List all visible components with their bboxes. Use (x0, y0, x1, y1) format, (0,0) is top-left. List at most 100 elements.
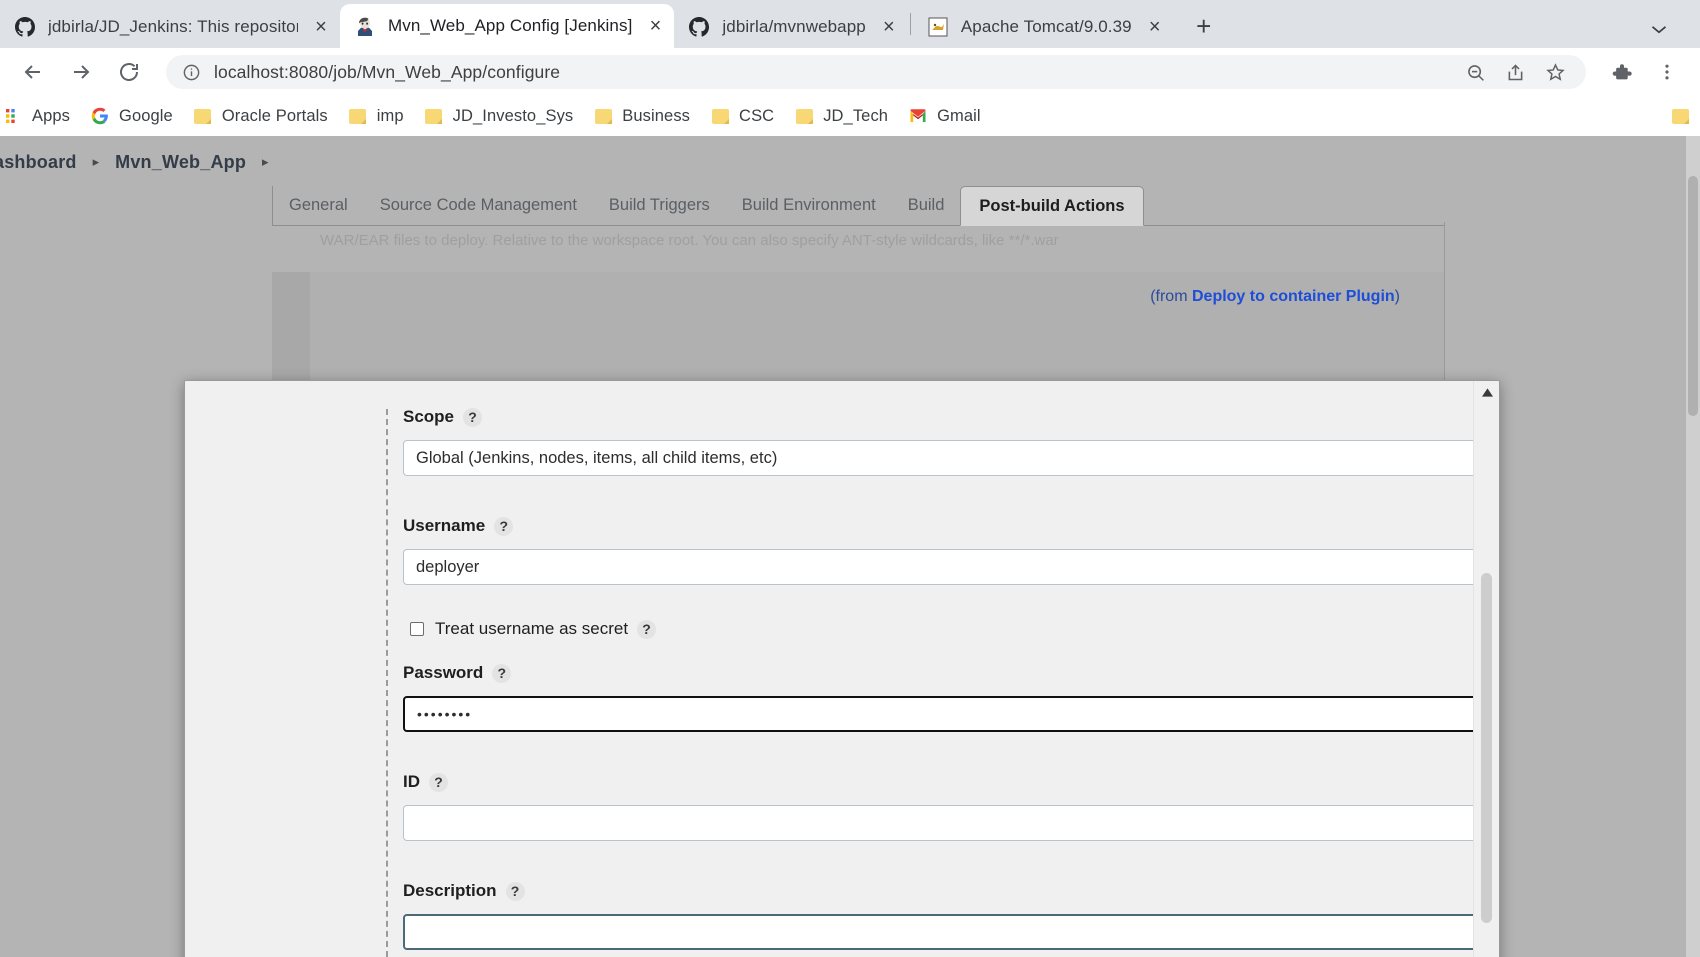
address-bar[interactable]: localhost:8080/job/Mvn_Web_App/configure (166, 55, 1586, 89)
bookmarks-overflow[interactable] (1670, 106, 1700, 126)
address-bar-actions (1452, 55, 1572, 89)
bookmarks-bar: Apps Google Oracle Portals imp JD_Invest… (0, 96, 1700, 136)
username-label: Username ? (403, 516, 1293, 536)
username-input[interactable]: deployer (403, 549, 1499, 585)
forward-arrow-icon[interactable] (62, 53, 100, 91)
jenkins-icon (354, 15, 376, 37)
browser-tab-title: jdbirla/JD_Jenkins: This repository (48, 17, 298, 36)
browser-tab-title: jdbirla/mvnwebapp (722, 17, 866, 36)
password-label-text: Password (403, 663, 484, 682)
browser-tab-4[interactable]: Apache Tomcat/9.0.39 × (913, 6, 1174, 48)
scope-select[interactable]: Global (Jenkins, nodes, items, all child… (403, 440, 1499, 476)
treat-username-as-secret-row[interactable]: Treat username as secret ? (185, 619, 1473, 639)
browser-menu-icon[interactable] (1648, 53, 1686, 91)
id-input[interactable] (403, 805, 1499, 841)
tab-build-triggers[interactable]: Build Triggers (593, 186, 726, 225)
tab-build-environment[interactable]: Build Environment (726, 186, 892, 225)
browser-window: jdbirla/JD_Jenkins: This repository × Mv… (0, 0, 1700, 957)
github-icon (688, 16, 710, 38)
help-icon[interactable]: ? (637, 619, 657, 639)
folder-icon (348, 106, 368, 126)
description-label-text: Description (403, 881, 497, 900)
breadcrumb-separator-icon[interactable]: ▸ (262, 154, 269, 170)
gmail-icon (908, 106, 928, 126)
scope-field-group: Scope ? Global (Jenkins, nodes, items, a… (185, 407, 1499, 476)
deploy-to-container-plugin-link[interactable]: Deploy to container Plugin (1192, 288, 1395, 305)
bookmark-label: Google (119, 106, 173, 125)
id-label-text: ID (403, 772, 420, 791)
bookmark-csc[interactable]: CSC (701, 101, 783, 131)
close-icon[interactable]: × (1142, 14, 1168, 40)
treat-username-as-secret-label: Treat username as secret ? (435, 619, 657, 639)
folder-icon (193, 106, 213, 126)
page-scrollbar-thumb[interactable] (1688, 176, 1698, 416)
tab-search-area (1646, 16, 1672, 42)
tab-source-code-management[interactable]: Source Code Management (364, 186, 593, 225)
bookmark-business[interactable]: Business (584, 101, 699, 131)
scope-label: Scope ? (403, 407, 1293, 427)
folder-icon (593, 106, 613, 126)
treat-username-as-secret-checkbox[interactable] (410, 622, 424, 636)
bookmark-jd-tech[interactable]: JD_Tech (785, 101, 897, 131)
war-files-hint-text: WAR/EAR files to deploy. Relative to the… (320, 232, 1059, 249)
scroll-down-arrow-icon[interactable] (1474, 951, 1499, 957)
zoom-out-icon[interactable] (1458, 55, 1492, 89)
modal-scrollbar-thumb[interactable] (1481, 573, 1492, 923)
bookmark-google[interactable]: Google (81, 101, 182, 131)
new-tab-button[interactable]: + (1184, 6, 1224, 46)
bookmark-label: JD_Tech (823, 106, 889, 125)
bookmark-gmail[interactable]: Gmail (899, 101, 990, 131)
folder-icon (424, 106, 444, 126)
close-icon[interactable]: × (308, 14, 334, 40)
info-circle-icon[interactable] (180, 61, 202, 83)
help-icon[interactable]: ? (429, 772, 448, 792)
help-icon[interactable]: ? (492, 663, 512, 683)
browser-tab-1[interactable]: jdbirla/JD_Jenkins: This repository × (0, 6, 340, 48)
folder-icon (1670, 106, 1690, 126)
bookmark-star-icon[interactable] (1538, 55, 1572, 89)
username-label-text: Username (403, 516, 486, 535)
scroll-up-arrow-icon[interactable] (1474, 381, 1499, 403)
description-label: Description ? (403, 881, 1293, 901)
browser-tab-2[interactable]: Mvn_Web_App Config [Jenkins] × (340, 4, 675, 48)
bookmark-label: Gmail (937, 106, 981, 125)
tab-general[interactable]: General (273, 186, 364, 225)
extensions-puzzle-icon[interactable] (1602, 53, 1640, 91)
page-scrollbar[interactable] (1686, 136, 1700, 957)
password-label: Password ? (403, 663, 1293, 683)
breadcrumb-item-job[interactable]: Mvn_Web_App (115, 152, 246, 173)
help-icon[interactable]: ? (494, 516, 514, 536)
close-icon[interactable]: × (642, 13, 668, 39)
description-input[interactable] (403, 914, 1499, 950)
bookmark-apps[interactable]: Apps (0, 101, 79, 131)
reload-icon[interactable] (110, 53, 148, 91)
chevron-down-icon[interactable] (1646, 16, 1672, 42)
tab-divider (909, 13, 911, 35)
jenkins-page: ashboard ▸ Mvn_Web_App ▸ General Source … (0, 136, 1700, 957)
breadcrumb-item-dashboard[interactable]: ashboard (0, 152, 77, 173)
close-icon[interactable]: × (876, 14, 902, 40)
tab-build[interactable]: Build (892, 186, 961, 225)
modal-body: Scope ? Global (Jenkins, nodes, items, a… (185, 381, 1499, 957)
password-input[interactable]: •••••••• (403, 696, 1499, 732)
breadcrumb-separator-icon: ▸ (92, 154, 100, 169)
bookmark-imp[interactable]: imp (339, 101, 413, 131)
id-label: ID ? (403, 772, 1293, 792)
form-nesting-indicator (386, 409, 388, 957)
config-tab-bar: General Source Code Management Build Tri… (272, 186, 1444, 226)
browser-tab-3[interactable]: jdbirla/mvnwebapp × (674, 6, 907, 48)
modal-scrollbar[interactable] (1473, 381, 1499, 957)
browser-tab-title: Mvn_Web_App Config [Jenkins] (388, 16, 633, 35)
browser-tab-strip: jdbirla/JD_Jenkins: This repository × Mv… (0, 0, 1700, 48)
google-icon (90, 106, 110, 126)
back-arrow-icon[interactable] (14, 53, 52, 91)
bookmark-oracle-portals[interactable]: Oracle Portals (184, 101, 337, 131)
tab-post-build-actions[interactable]: Post-build Actions (960, 186, 1144, 226)
description-field-group: Description ? (185, 881, 1499, 950)
bookmark-jd-investo-sys[interactable]: JD_Investo_Sys (415, 101, 583, 131)
help-icon[interactable]: ? (505, 881, 525, 901)
address-bar-url[interactable]: localhost:8080/job/Mvn_Web_App/configure (214, 62, 560, 83)
share-icon[interactable] (1498, 55, 1532, 89)
help-icon[interactable]: ? (463, 407, 483, 427)
bookmark-label: Oracle Portals (221, 106, 328, 125)
